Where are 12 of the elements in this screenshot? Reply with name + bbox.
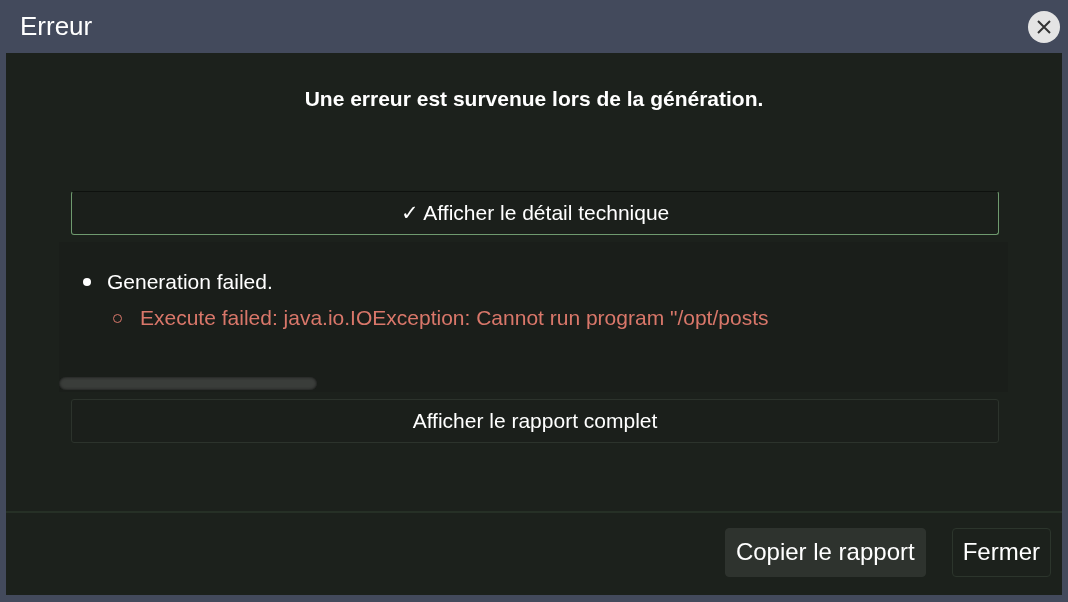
bullet-icon	[83, 278, 91, 286]
detail-text: Generation failed.	[107, 270, 273, 294]
details-toggle[interactable]: ✓ Afficher le détail technique	[71, 191, 999, 235]
close-icon	[1037, 19, 1051, 34]
close-button[interactable]	[1028, 10, 1060, 43]
error-message: Une erreur est survenue lors de la génération.	[304, 87, 764, 111]
close-dialog-button[interactable]: Fermer	[951, 527, 1051, 577]
window-title: Erreur	[20, 11, 93, 42]
report-button[interactable]: Afficher le rapport complet	[71, 399, 999, 443]
error-detail-text: Execute failed: java.io.IOException: Cannot run program "/opt/posts	[140, 306, 769, 330]
scrollbar-thumb[interactable]	[59, 377, 317, 390]
copy-button[interactable]: Copier le rapport	[724, 527, 926, 577]
